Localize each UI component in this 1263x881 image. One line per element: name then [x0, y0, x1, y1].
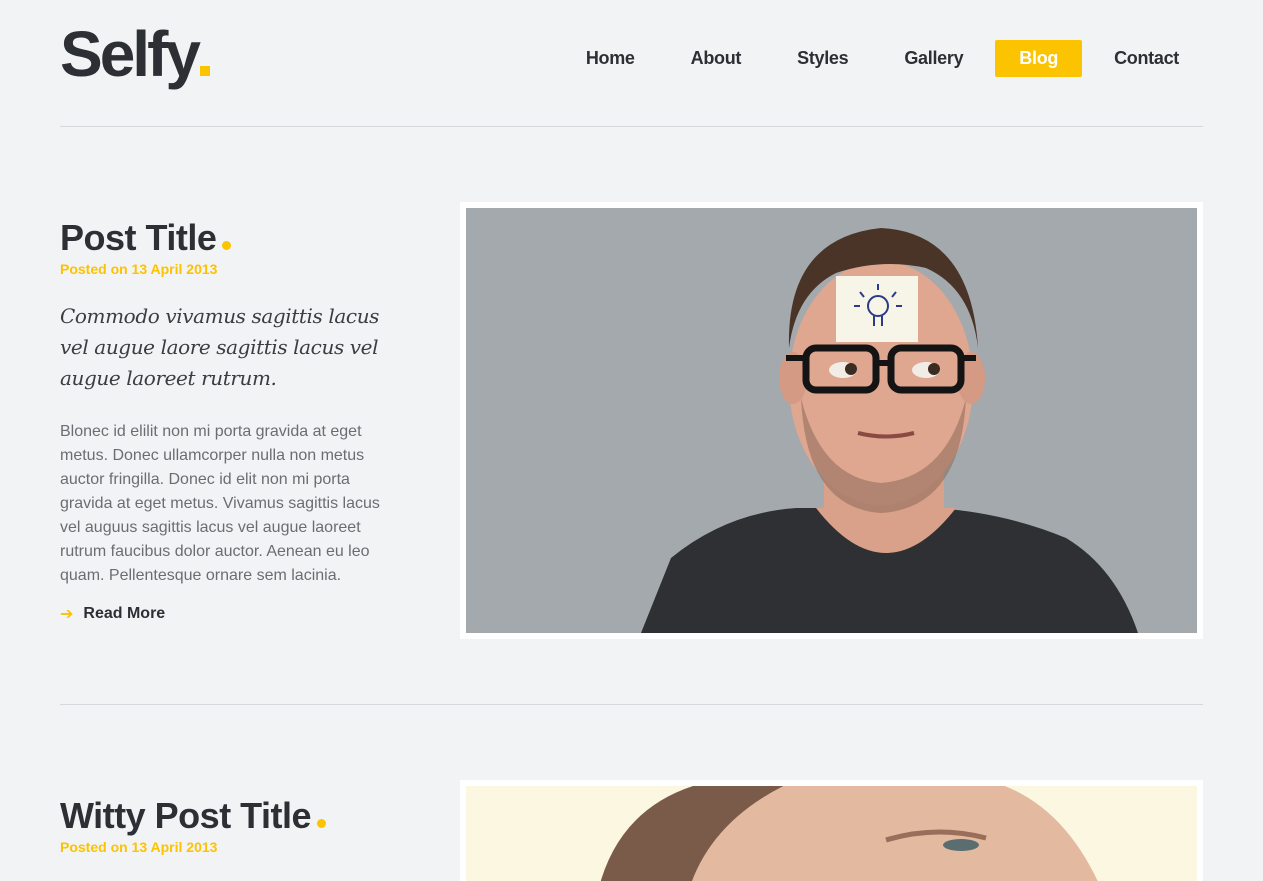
read-more-link[interactable]: ➔ Read More: [60, 604, 400, 624]
nav-item-styles[interactable]: Styles: [773, 40, 872, 77]
post-body: Blonec id elilit non mi porta gravida at…: [60, 423, 380, 584]
nav-item-gallery[interactable]: Gallery: [880, 40, 987, 77]
post-date: Posted on 13 April 2013: [60, 839, 218, 855]
post-title[interactable]: Witty Post Title: [60, 795, 400, 837]
post-image[interactable]: [460, 202, 1203, 639]
arrow-right-icon: ➔: [60, 606, 74, 623]
post-text: Post Title Posted on 13 April 2013 Commo…: [60, 217, 400, 624]
read-more-label: Read More: [83, 605, 166, 622]
site-header: Selfy Home About Styles Gallery Blog Con…: [60, 0, 1203, 127]
nav-item-about[interactable]: About: [667, 40, 765, 77]
nav-item-blog[interactable]: Blog: [995, 40, 1083, 77]
man-with-lightbulb-note-photo: [466, 208, 1197, 633]
blog-post: Post Title Posted on 13 April 2013 Commo…: [60, 127, 1203, 705]
post-text: Witty Post Title Posted on 13 April 2013: [60, 795, 400, 855]
blog-post: Witty Post Title Posted on 13 April 2013: [60, 705, 1203, 881]
logo-dot: [199, 66, 210, 76]
post-image[interactable]: [460, 780, 1203, 881]
post-title[interactable]: Post Title: [60, 217, 400, 259]
post-date: Posted on 13 April 2013: [60, 261, 218, 277]
post-lead: Commodo vivamus sagittis lacus vel augue…: [60, 304, 380, 390]
site-logo[interactable]: Selfy: [60, 18, 210, 90]
main-nav: Home About Styles Gallery Blog Contact: [554, 40, 1203, 77]
title-dot: [222, 241, 232, 250]
nav-item-contact[interactable]: Contact: [1090, 40, 1203, 77]
nav-item-home[interactable]: Home: [562, 40, 659, 77]
man-squinting-photo: [466, 786, 1197, 881]
title-dot: [317, 819, 327, 828]
